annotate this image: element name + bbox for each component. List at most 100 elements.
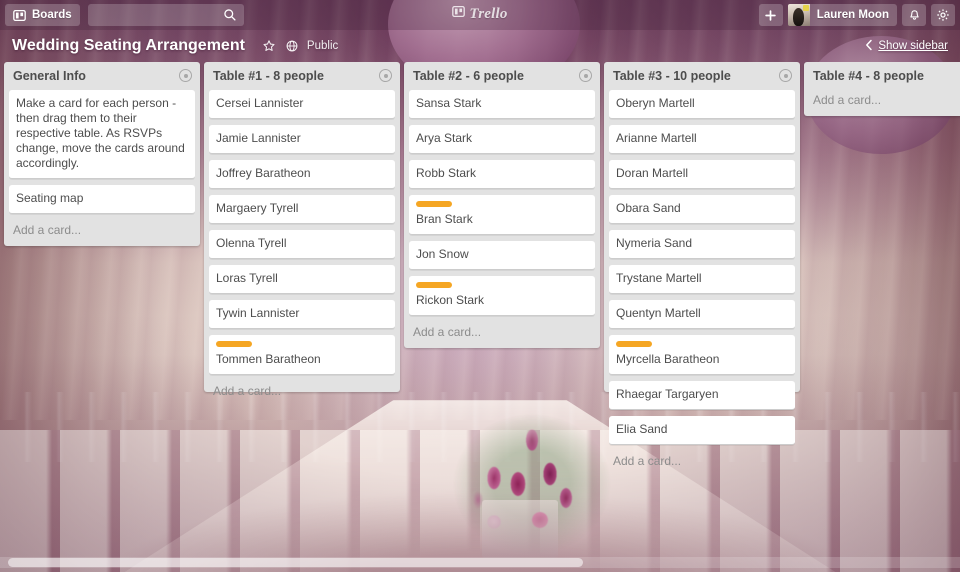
list-title[interactable]: Table #3 - 10 people [613,69,779,83]
list-menu-icon[interactable] [779,69,792,82]
horizontal-scrollbar-thumb[interactable] [8,558,583,567]
card[interactable]: Obara Sand [609,195,795,224]
list-title[interactable]: Table #2 - 6 people [413,69,579,83]
top-header-bar: Boards Trello Lauren Moon [0,0,960,30]
list[interactable]: Table #3 - 10 people Oberyn Martell Ariann… [604,62,800,468]
card[interactable]: Elia Sand [609,416,795,445]
card-title: Tommen Baratheon [216,352,321,366]
globe-icon[interactable] [284,38,300,54]
card[interactable]: Oberyn Martell [609,90,795,119]
add-a-card-button[interactable]: Add a card... [409,322,595,348]
list-header[interactable]: Table #2 - 6 people [409,68,595,90]
card[interactable]: Bran Stark [409,195,595,235]
card[interactable]: Sansa Stark [409,90,595,119]
card[interactable]: Doran Martell [609,160,795,189]
card[interactable]: Loras Tyrell [209,265,395,294]
card[interactable]: Margaery Tyrell [209,195,395,224]
trello-board-icon [452,5,466,23]
card-title: Oberyn Martell [616,96,695,110]
add-a-card-button[interactable]: Add a card... [209,381,395,407]
card[interactable]: Jamie Lannister [209,125,395,154]
list-title[interactable]: Table #1 - 8 people [213,69,379,83]
card-title: Make a card for each person - then drag … [16,96,185,170]
add-a-card-button[interactable]: Add a card... [809,90,960,116]
card-title: Bran Stark [416,212,473,226]
horizontal-scrollbar-track[interactable] [0,557,960,568]
card[interactable]: Quentyn Martell [609,300,795,329]
trello-board-app: Boards Trello Lauren Moon Wedding Seatin… [0,0,960,572]
avatar [787,4,810,26]
plus-icon [765,9,777,21]
gear-icon [937,9,949,21]
card[interactable]: Cersei Lannister [209,90,395,119]
card-title: Nymeria Sand [616,236,693,250]
card[interactable]: Rhaegar Targaryen [609,381,795,410]
list[interactable]: Table #4 - 8 people Add a card... [804,62,960,116]
card-list: Oberyn Martell Arianne Martell Doran Marte… [609,90,795,445]
card[interactable]: Make a card for each person - then drag … [9,90,195,179]
card[interactable]: Joffrey Baratheon [209,160,395,189]
card-label[interactable] [416,282,452,288]
card[interactable]: Trystane Martell [609,265,795,294]
card-title: Elia Sand [616,422,668,436]
search-input[interactable] [87,4,244,26]
search-box[interactable] [87,4,244,26]
list-title[interactable]: Table #4 - 8 people [813,69,960,83]
card-title: Joffrey Baratheon [216,166,311,180]
card[interactable]: Nymeria Sand [609,230,795,259]
list-header[interactable]: Table #4 - 8 people [809,68,960,90]
list-header[interactable]: General Info [9,68,195,90]
list[interactable]: General Info Make a card for each person … [4,62,200,246]
board-visibility[interactable]: Public [307,40,338,52]
show-sidebar-button[interactable]: Show sidebar [865,39,948,54]
list-title[interactable]: General Info [13,69,179,83]
card-title: Loras Tyrell [216,271,278,285]
card-title: Doran Martell [616,166,689,180]
list-header[interactable]: Table #3 - 10 people [609,68,795,90]
chevron-left-icon [865,39,873,54]
card[interactable]: Tommen Baratheon [209,335,395,375]
card-label[interactable] [616,341,652,347]
list-menu-icon[interactable] [379,69,392,82]
search-icon[interactable] [222,7,238,23]
card-title: Olenna Tyrell [216,236,287,250]
card-label[interactable] [216,341,252,347]
boards-button[interactable]: Boards [5,4,80,26]
card-title: Quentyn Martell [616,306,701,320]
card-list: Cersei Lannister Jamie Lannister Joffrey B… [209,90,395,375]
card-title: Myrcella Baratheon [616,352,720,366]
card[interactable]: Arianne Martell [609,125,795,154]
add-a-card-button[interactable]: Add a card... [9,220,195,246]
card-title: Arya Stark [416,131,473,145]
board-header-bar: Wedding Seating Arrangement Public Show … [0,30,960,62]
add-a-card-button[interactable]: Add a card... [609,451,795,477]
card[interactable]: Jon Snow [409,241,595,270]
card[interactable]: Olenna Tyrell [209,230,395,259]
card-label[interactable] [416,201,452,207]
card-title: Rhaegar Targaryen [616,387,719,401]
list[interactable]: Table #2 - 6 people Sansa Stark Arya Stark… [404,62,600,348]
card-title: Seating map [16,191,84,205]
notifications-button[interactable] [902,4,926,26]
list-menu-icon[interactable] [579,69,592,82]
card-title: Robb Stark [416,166,477,180]
card-title: Tywin Lannister [216,306,300,320]
add-button[interactable] [758,4,783,26]
card[interactable]: Seating map [9,185,195,214]
card-title: Arianne Martell [616,131,697,145]
list-menu-icon[interactable] [179,69,192,82]
trello-logo-text: Trello [469,5,508,22]
card[interactable]: Myrcella Baratheon [609,335,795,375]
card[interactable]: Robb Stark [409,160,595,189]
settings-button[interactable] [931,4,955,26]
member-menu[interactable]: Lauren Moon [787,4,897,26]
page-title[interactable]: Wedding Seating Arrangement [12,37,245,55]
member-name: Lauren Moon [816,9,889,21]
list-header[interactable]: Table #1 - 8 people [209,68,395,90]
star-icon[interactable] [261,38,277,54]
card[interactable]: Rickon Stark [409,276,595,316]
card[interactable]: Arya Stark [409,125,595,154]
board-lists-canvas[interactable]: General Info Make a card for each person … [0,62,960,558]
list[interactable]: Table #1 - 8 people Cersei Lannister Jamie… [204,62,400,398]
card[interactable]: Tywin Lannister [209,300,395,329]
